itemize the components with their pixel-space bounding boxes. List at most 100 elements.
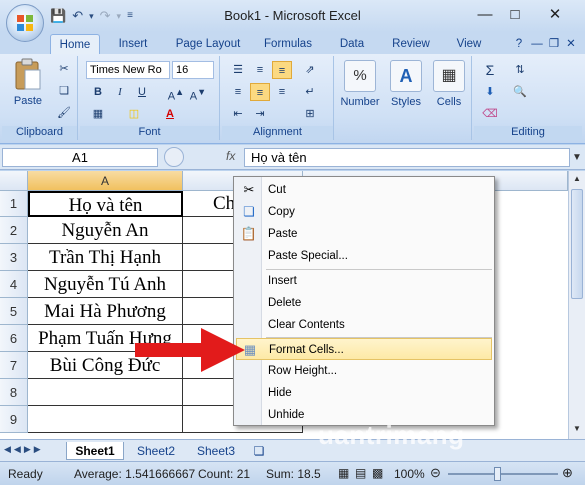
ribbon: Paste ✂ ❏ 🖌 Clipboard Times New Ro 16 B … (0, 54, 585, 144)
zoom-slider-thumb[interactable] (494, 467, 501, 481)
format-painter-icon[interactable]: 🖌 (54, 104, 74, 122)
fill-color-icon[interactable]: ◫ (124, 105, 144, 123)
italic-button[interactable]: I (110, 83, 130, 101)
wrap-text-icon[interactable]: ↵ (300, 83, 320, 101)
formula-input[interactable]: Họ và tên (244, 148, 570, 167)
zoom-in-icon[interactable]: ⊕ (562, 465, 573, 481)
font-shrink-icon[interactable]: A▼ (188, 83, 208, 103)
increase-indent-icon[interactable]: ⇥ (250, 105, 270, 123)
row-header-4[interactable]: 4 (0, 271, 28, 298)
vertical-scrollbar[interactable]: ▲ ▼ (568, 171, 585, 439)
row-header-7[interactable]: 7 (0, 352, 28, 379)
page-layout-view-icon[interactable]: ▤ (355, 466, 366, 480)
scroll-down-icon[interactable]: ▼ (571, 423, 583, 435)
menu-item-delete[interactable]: Delete (236, 292, 492, 314)
formula-bar-handle-icon[interactable] (164, 147, 184, 167)
menu-item-format-cells[interactable]: ▦ Format Cells... (236, 338, 492, 360)
align-right-icon[interactable]: ≡ (272, 83, 292, 101)
cell-a9[interactable] (28, 406, 183, 433)
close-button[interactable]: ✕ (540, 4, 570, 26)
menu-item-hide[interactable]: Hide (236, 382, 492, 404)
styles-button[interactable]: A Styles (384, 60, 428, 108)
insert-sheet-icon[interactable]: ❏ (248, 442, 270, 460)
cells-button[interactable]: ▦ Cells (428, 60, 470, 108)
align-center-icon[interactable]: ≡ (250, 83, 270, 101)
restore-window-icon[interactable]: ❐ (547, 34, 561, 54)
tab-view[interactable]: View (448, 34, 490, 54)
menu-item-row-height-label: Row Height... (268, 365, 338, 377)
decrease-indent-icon[interactable]: ⇤ (228, 105, 248, 123)
sheet-tab-sheet3[interactable]: Sheet3 (188, 442, 244, 460)
normal-view-icon[interactable]: ▦ (338, 466, 349, 480)
office-button[interactable] (6, 4, 44, 42)
align-top-icon[interactable]: ☰ (228, 61, 248, 79)
menu-item-insert[interactable]: Insert (236, 270, 492, 292)
cell-a1[interactable]: Họ và tên (28, 191, 183, 217)
row-header-9[interactable]: 9 (0, 406, 28, 433)
sheet-nav-icon[interactable]: ◀◀▶▶ (4, 444, 44, 455)
sheet-tab-sheet2[interactable]: Sheet2 (128, 442, 184, 460)
orientation-icon[interactable]: ⇗ (300, 61, 320, 79)
tab-page-layout[interactable]: Page Layout (166, 34, 250, 54)
page-break-view-icon[interactable]: ▩ (372, 466, 383, 480)
menu-item-copy[interactable]: ❏ Copy (236, 201, 492, 223)
paste-button[interactable]: Paste (6, 58, 50, 107)
align-middle-icon[interactable]: ≡ (250, 61, 270, 79)
row-header-8[interactable]: 8 (0, 379, 28, 406)
menu-item-row-height[interactable]: Row Height... (236, 360, 492, 382)
copy-icon[interactable]: ❏ (54, 82, 74, 100)
row-header-5[interactable]: 5 (0, 298, 28, 325)
name-box[interactable]: A1 (2, 148, 158, 167)
font-color-icon[interactable]: A (160, 105, 180, 123)
cut-icon[interactable]: ✂ (54, 60, 74, 78)
menu-item-paste-special[interactable]: Paste Special... (236, 245, 492, 267)
help-icon[interactable]: ? (512, 34, 526, 54)
clear-icon[interactable]: ⌫ (480, 105, 500, 123)
sheet-tab-sheet1[interactable]: Sheet1 (66, 442, 124, 460)
tab-formulas[interactable]: Formulas (256, 34, 320, 54)
menu-item-cut[interactable]: ✂ Cut (236, 179, 492, 201)
tab-home[interactable]: Home (50, 34, 100, 54)
cell-a3[interactable]: Trần Thị Hạnh (28, 244, 183, 271)
row-header-3[interactable]: 3 (0, 244, 28, 271)
font-name-select[interactable]: Times New Ro (86, 61, 170, 79)
minimize-button[interactable]: — (470, 4, 500, 26)
tab-insert[interactable]: Insert (108, 34, 158, 54)
maximize-button[interactable]: □ (500, 4, 530, 26)
menu-item-clear-contents[interactable]: Clear Contents (236, 314, 492, 336)
cell-a5[interactable]: Mai Hà Phương (28, 298, 183, 325)
zoom-slider-track[interactable] (448, 473, 558, 475)
expand-formula-icon[interactable]: ▼ (571, 149, 583, 166)
autosum-icon[interactable]: Σ (480, 61, 500, 79)
insert-function-icon[interactable]: fx (226, 149, 235, 163)
tab-review[interactable]: Review (384, 34, 438, 54)
column-header-a[interactable]: A (28, 171, 183, 191)
menu-item-paste[interactable]: 📋 Paste (236, 223, 492, 245)
zoom-level[interactable]: 100% (394, 467, 425, 481)
close-workbook-icon[interactable]: ✕ (564, 34, 578, 54)
minimize-window-icon[interactable]: — (530, 34, 544, 54)
borders-icon[interactable]: ▦ (88, 105, 108, 123)
row-header-1[interactable]: 1 (0, 191, 28, 217)
cell-a8[interactable] (28, 379, 183, 406)
find-select-icon[interactable]: 🔍 (510, 83, 530, 101)
cell-a4[interactable]: Nguyễn Tú Anh (28, 271, 183, 298)
zoom-out-icon[interactable]: ⊝ (430, 465, 441, 481)
scroll-thumb[interactable] (571, 189, 583, 299)
cell-a2[interactable]: Nguyễn An (28, 217, 183, 244)
sort-filter-icon[interactable]: ⇅ (510, 61, 530, 79)
bold-button[interactable]: B (88, 83, 108, 101)
align-bottom-icon[interactable]: ≡ (272, 61, 292, 79)
select-all-corner[interactable] (0, 171, 28, 191)
merge-center-icon[interactable]: ⊞ (300, 105, 320, 123)
number-button[interactable]: % Number (338, 60, 382, 108)
scroll-up-icon[interactable]: ▲ (571, 173, 583, 185)
font-size-select[interactable]: 16 (172, 61, 214, 79)
align-left-icon[interactable]: ≡ (228, 83, 248, 101)
row-header-6[interactable]: 6 (0, 325, 28, 352)
tab-data[interactable]: Data (330, 34, 374, 54)
fill-icon[interactable]: ⬇ (480, 83, 500, 101)
row-header-2[interactable]: 2 (0, 217, 28, 244)
font-grow-icon[interactable]: A▲ (166, 83, 186, 103)
underline-button[interactable]: U (132, 83, 152, 101)
